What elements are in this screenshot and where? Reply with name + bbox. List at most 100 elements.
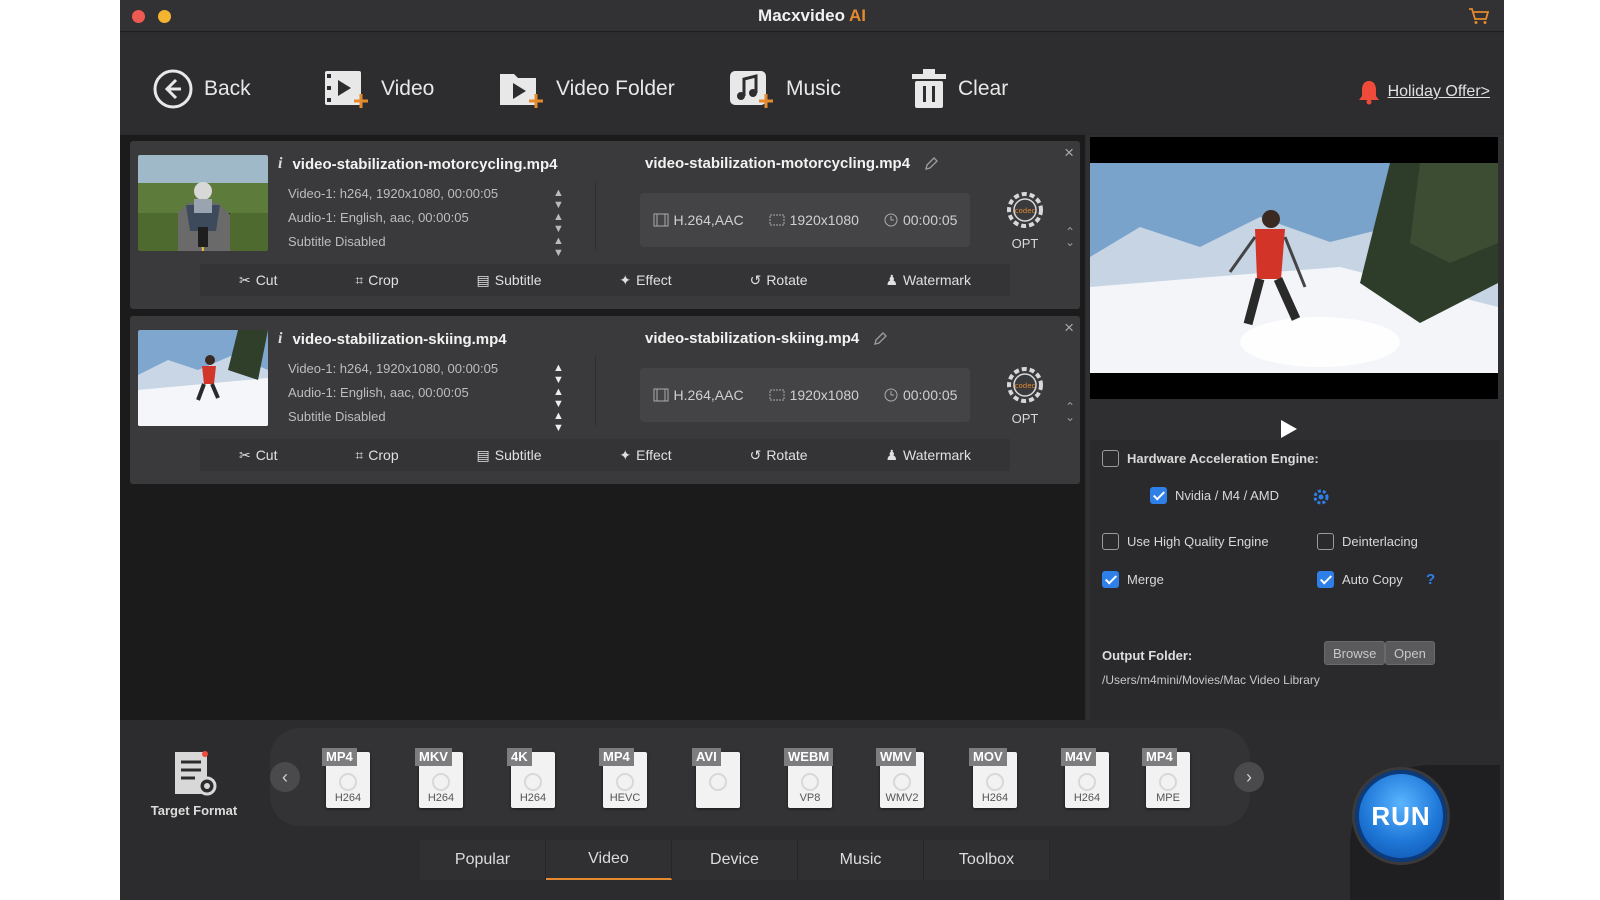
- tab-toolbox[interactable]: Toolbox: [924, 840, 1050, 880]
- carousel-next-icon[interactable]: ›: [1234, 762, 1264, 792]
- deinterlacing-checkbox[interactable]: Deinterlacing: [1317, 533, 1418, 550]
- open-folder-button[interactable]: Open: [1385, 641, 1435, 665]
- auto-copy-checkbox[interactable]: Auto Copy: [1317, 571, 1403, 588]
- video-track-dropdown-icon[interactable]: ▲ ▼: [553, 187, 564, 211]
- edit-toolbar: ✂ Cut ⌗ Crop ▤ Subtitle ✦ Effect ↺ Rotate ♟ Wa…: [200, 439, 1010, 471]
- tab-video[interactable]: Video: [546, 840, 672, 880]
- format-item[interactable]: 4K H264: [507, 748, 559, 808]
- film-reel-icon: [524, 773, 542, 791]
- watermark-label: Watermark: [903, 272, 971, 288]
- browse-button[interactable]: Browse: [1324, 641, 1386, 665]
- watermark-label: Watermark: [903, 447, 971, 463]
- output-folder-path: /Users/m4mini/Movies/Mac Video Library: [1102, 673, 1320, 687]
- format-carousel: ‹ MP4 H264 MKV H264 4K H264 MP4 HEVC AVI WEBM VP8 W…: [270, 728, 1264, 826]
- reorder-arrows-icon[interactable]: ⌃ ⌄: [1065, 226, 1075, 248]
- target-format-button[interactable]: Target Format: [146, 748, 242, 818]
- add-music-button[interactable]: Music: [728, 67, 841, 111]
- format-item[interactable]: MOV H264: [969, 748, 1021, 808]
- format-label: M4V: [1061, 748, 1096, 766]
- effect-button[interactable]: ✦ Effect: [619, 272, 671, 289]
- cart-icon[interactable]: [1468, 7, 1490, 25]
- clear-button[interactable]: Clear: [910, 67, 1008, 111]
- add-video-folder-button[interactable]: Video Folder: [498, 67, 675, 111]
- gpu-checkbox[interactable]: Nvidia / M4 / AMD: [1150, 487, 1279, 504]
- subtitle-button[interactable]: ▤ Subtitle: [477, 447, 542, 464]
- format-label: MOV: [969, 748, 1007, 766]
- audio-track-dropdown-icon[interactable]: ▲ ▼: [553, 211, 564, 235]
- format-bar: Target Format ‹ MP4 H264 MKV H264 4K H264 MP4 H…: [120, 720, 1504, 900]
- format-item[interactable]: MP4 MPE: [1142, 748, 1194, 808]
- back-button[interactable]: Back: [152, 67, 251, 111]
- rotate-button[interactable]: ↺ Rotate: [750, 447, 808, 464]
- info-icon[interactable]: i: [278, 155, 282, 173]
- edit-pencil-icon[interactable]: [873, 331, 888, 346]
- codec-options-button[interactable]: codec OPT: [1000, 362, 1050, 426]
- help-icon[interactable]: ?: [1426, 571, 1435, 588]
- format-item[interactable]: WMV WMV2: [876, 748, 928, 808]
- carousel-prev-icon[interactable]: ‹: [270, 762, 300, 792]
- format-item[interactable]: MP4 HEVC: [599, 748, 651, 808]
- video-preview[interactable]: [1090, 137, 1498, 399]
- watermark-button[interactable]: ♟ Watermark: [885, 272, 971, 289]
- subtitle-button[interactable]: ▤ Subtitle: [477, 272, 542, 289]
- conversion-settings: Hardware Acceleration Engine: Nvidia / M…: [1090, 440, 1500, 720]
- rotate-button[interactable]: ↺ Rotate: [750, 272, 808, 289]
- crop-button[interactable]: ⌗ Crop: [355, 447, 398, 464]
- reorder-arrows-icon[interactable]: ⌃ ⌄: [1065, 401, 1075, 423]
- magic-wand-icon: ✦: [619, 271, 632, 288]
- skiing-thumbnail-image: [138, 330, 268, 426]
- crop-button[interactable]: ⌗ Crop: [355, 272, 398, 289]
- source-file-name: i video-stabilization-motorcycling.mp4: [278, 155, 558, 173]
- cut-label: Cut: [255, 272, 278, 288]
- watermark-icon: ♟: [885, 446, 899, 463]
- format-label: WEBM: [784, 748, 834, 766]
- crop-label: Crop: [368, 447, 399, 463]
- opt-label: OPT: [1011, 236, 1039, 251]
- format-item[interactable]: AVI: [692, 748, 744, 808]
- codec-text: H.264,AAC: [673, 212, 744, 228]
- format-item[interactable]: M4V H264: [1061, 748, 1113, 808]
- add-video-icon: [325, 71, 368, 108]
- add-video-button[interactable]: Video: [323, 67, 434, 111]
- output-info-box: H.264,AAC 1920x1080 00:00:05: [640, 368, 970, 422]
- gpu-settings-gear-icon[interactable]: [1311, 487, 1331, 507]
- play-icon[interactable]: [1276, 417, 1300, 441]
- subtitle-dropdown-icon[interactable]: ▲ ▼: [553, 410, 564, 434]
- remove-file-icon[interactable]: ×: [1064, 143, 1074, 163]
- tab-popular[interactable]: Popular: [420, 840, 546, 880]
- holiday-offer-link[interactable]: Holiday Offer>: [1358, 79, 1490, 105]
- remove-file-icon[interactable]: ×: [1064, 318, 1074, 338]
- merge-checkbox[interactable]: Merge: [1102, 571, 1164, 588]
- cut-button[interactable]: ✂ Cut: [239, 447, 278, 464]
- watermark-button[interactable]: ♟ Watermark: [885, 447, 971, 464]
- resolution-info: 1920x1080: [769, 212, 859, 228]
- format-item[interactable]: MKV H264: [415, 748, 467, 808]
- codec-options-button[interactable]: codec OPT: [1000, 187, 1050, 251]
- file-item[interactable]: i video-stabilization-motorcycling.mp4 V…: [130, 141, 1080, 309]
- edit-pencil-icon[interactable]: [924, 156, 939, 171]
- high-quality-engine-checkbox[interactable]: Use High Quality Engine: [1102, 533, 1269, 550]
- hw-accel-checkbox[interactable]: Hardware Acceleration Engine:: [1102, 450, 1319, 467]
- add-music-icon: [730, 71, 773, 108]
- target-format-label: Target Format: [150, 803, 238, 818]
- video-track-dropdown-icon[interactable]: ▲ ▼: [553, 362, 564, 386]
- audio-track-dropdown-icon[interactable]: ▲ ▼: [553, 386, 564, 410]
- title-bar: Macxvideo AI: [120, 0, 1504, 32]
- effect-button[interactable]: ✦ Effect: [619, 447, 671, 464]
- format-codec: HEVC: [609, 792, 641, 804]
- subtitle-info: Subtitle Disabled: [288, 234, 386, 249]
- subtitle-dropdown-icon[interactable]: ▲ ▼: [553, 235, 564, 259]
- music-label: Music: [786, 77, 841, 100]
- video-thumbnail: [138, 330, 268, 426]
- clear-label: Clear: [958, 77, 1009, 100]
- format-item[interactable]: WEBM VP8: [784, 748, 836, 808]
- cut-button[interactable]: ✂ Cut: [239, 272, 278, 289]
- info-icon[interactable]: i: [278, 330, 282, 348]
- codec-gear-icon: codec: [1007, 367, 1043, 403]
- run-button[interactable]: RUN: [1355, 770, 1447, 862]
- tab-music[interactable]: Music: [798, 840, 924, 880]
- app-window: Macxvideo AI Back Video Video Folder Mus…: [120, 0, 1504, 900]
- format-item[interactable]: MP4 H264: [322, 748, 374, 808]
- file-item[interactable]: i video-stabilization-skiing.mp4 Video-1…: [130, 316, 1080, 484]
- tab-device[interactable]: Device: [672, 840, 798, 880]
